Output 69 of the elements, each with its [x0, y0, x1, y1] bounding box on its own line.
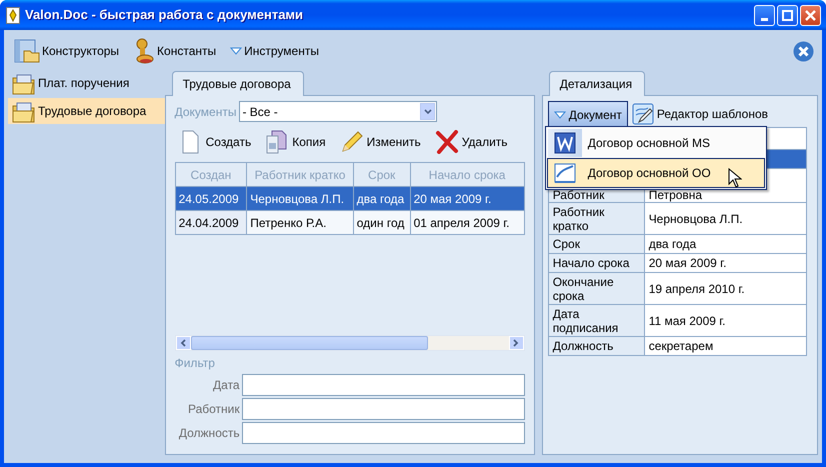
property-name: Срок — [548, 234, 644, 254]
folder-icon — [12, 72, 35, 94]
property-value: Черновцова Л.П. — [644, 202, 806, 234]
toolbar-button[interactable]: Инструменты — [230, 42, 319, 60]
menu-item[interactable]: Договор основной OO — [546, 158, 765, 188]
toolbar-button[interactable]: Редактор шаблонов — [632, 103, 768, 125]
property-name: Начало срока — [548, 254, 644, 272]
close-icon[interactable] — [793, 40, 814, 62]
tab[interactable]: Трудовые договора — [172, 71, 304, 96]
table-cell: 01 апреля 2009 г. — [410, 210, 524, 234]
documents-dropdown[interactable]: - Все - — [239, 101, 438, 122]
toolbar-button[interactable]: Создать — [178, 130, 252, 154]
input-field[interactable] — [242, 422, 525, 444]
property-value: 19 апреля 2010 г. — [644, 272, 806, 304]
caret-icon[interactable] — [230, 46, 242, 56]
chevron-down-icon — [424, 108, 432, 114]
toolbar-button[interactable]: Константы — [133, 38, 216, 64]
table-cell: 24.05.2009 — [175, 186, 247, 210]
sidebar-item[interactable]: Трудовые договора — [8, 98, 165, 124]
maximize-icon — [782, 10, 793, 20]
table-row[interactable]: 24.04.2009 Петренко Р.А. один год 01 апреля 2009 г. — [175, 210, 524, 234]
close-button[interactable] — [800, 4, 821, 26]
minimize-icon — [761, 18, 768, 20]
minimize-button[interactable] — [754, 4, 775, 26]
property-name: Окончание срока — [548, 272, 644, 304]
document-icon — [554, 162, 576, 184]
field-label: Документы — [174, 104, 236, 120]
table-cell: Черновцова Л.П. — [246, 186, 354, 210]
property-value: секретарем — [644, 336, 806, 356]
cross-icon — [434, 130, 459, 154]
word-document-icon — [554, 132, 576, 154]
property-value: 20 мая 2009 г. — [644, 254, 806, 272]
copy-icon — [265, 130, 290, 154]
table-cell: 20 мая 2009 г. — [410, 186, 524, 210]
tab[interactable]: Детализация — [548, 71, 646, 96]
table-cell: 24.04.2009 — [175, 210, 247, 234]
property-value: 11 мая 2009 г. — [644, 304, 806, 336]
folder-ruler-icon[interactable] — [14, 38, 40, 64]
input-field[interactable] — [242, 374, 525, 396]
field-label: Работник — [186, 401, 240, 418]
toolbar-button[interactable]: Удалить — [434, 130, 508, 154]
caret-icon — [554, 110, 566, 120]
filter-title: Фильтр — [174, 355, 216, 372]
table-row[interactable]: 24.05.2009 Черновцова Л.П. два года 20 мая 2009 г. — [175, 186, 524, 210]
input-field[interactable] — [242, 398, 525, 420]
toolbar-button[interactable]: Копия — [265, 130, 326, 154]
table-cell: Петренко Р.А. — [246, 210, 354, 234]
app-icon — [6, 6, 20, 24]
table-cell: два года — [353, 186, 410, 210]
close-icon — [805, 10, 816, 20]
menu-item[interactable]: Договор основной MS — [546, 128, 765, 158]
field-label: Должность — [178, 425, 240, 442]
property-name: Должность — [548, 336, 644, 356]
window-title: Valon.Doc - быстрая работа с документами — [25, 6, 304, 24]
field-label: Дата — [212, 377, 240, 394]
dropdown-button[interactable]: Документ — [548, 101, 628, 127]
property-value: два года — [644, 234, 806, 254]
pencil-icon — [340, 130, 364, 154]
toolbar-button[interactable]: Конструкторы — [14, 38, 120, 64]
property-name: Работник кратко — [548, 202, 644, 234]
table-cell: один год — [353, 210, 410, 234]
chevron-right-icon — [513, 339, 520, 347]
folder-icon — [12, 100, 35, 122]
property-name: Дата подписания — [548, 304, 644, 336]
horizontal-scrollbar[interactable] — [174, 335, 525, 351]
maximize-button[interactable] — [777, 4, 798, 26]
sidebar-item[interactable]: Плат. поручения — [8, 70, 165, 96]
chevron-left-icon — [180, 339, 186, 347]
toolbar-button[interactable]: Изменить — [340, 130, 421, 154]
